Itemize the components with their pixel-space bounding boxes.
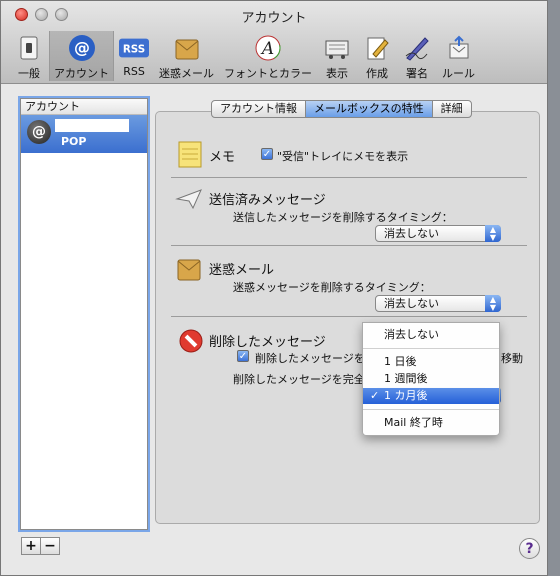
divider (171, 177, 527, 178)
divider (171, 245, 527, 246)
settings-panel (155, 111, 540, 524)
menu-item-one-day[interactable]: 1 日後 (363, 354, 499, 370)
junk-mail-icon (172, 33, 202, 63)
menu-item-label: 1 カ月後 (384, 389, 428, 402)
sent-title: 送信済みメッセージ (209, 193, 326, 208)
menu-item-one-week[interactable]: 1 週間後 (363, 371, 499, 387)
move-deleted-label: 削除したメッセージを (255, 352, 365, 365)
toolbar-label: RSS (123, 65, 145, 78)
trash-title: 削除したメッセージ (209, 335, 326, 350)
svg-text:RSS: RSS (123, 44, 145, 56)
toolbar-label: フォントとカラー (224, 67, 312, 80)
trash-description: 削除したメッセージを完全 (233, 373, 365, 386)
signature-icon (402, 33, 432, 63)
add-account-button[interactable]: + (21, 537, 41, 555)
switch-icon (14, 33, 44, 63)
compose-icon (362, 33, 392, 63)
remove-account-button[interactable]: − (40, 537, 60, 555)
move-deleted-label-tail: 移動 (501, 352, 523, 365)
add-remove-buttons: + − (21, 537, 60, 555)
toolbar-label: アカウント (54, 67, 109, 80)
sent-description: 送信したメッセージを削除するタイミング： (233, 211, 453, 224)
tab-account-info[interactable]: アカウント情報 (211, 100, 306, 118)
toolbar-label: 一般 (18, 67, 40, 80)
preferences-window: アカウント 一般 @ アカウント RSS RSS 迷惑メール A フォントとカラ… (0, 0, 548, 576)
toolbar-label: ルール (442, 67, 475, 80)
rss-icon: RSS (119, 33, 149, 63)
junk-title: 迷惑メール (209, 263, 275, 278)
no-entry-icon (179, 329, 203, 356)
font-color-icon: A (253, 33, 283, 63)
toolbar-item-rules[interactable]: ルール (437, 31, 480, 81)
divider (171, 316, 527, 317)
checkmark-icon: ✓ (370, 389, 380, 402)
tab-mailbox-behaviors[interactable]: メールボックスの特性 (305, 100, 433, 118)
menu-item-quit[interactable]: Mail 終了時 (363, 415, 499, 431)
sent-erase-value: 消去しない (384, 227, 439, 240)
tab-advanced[interactable]: 詳細 (431, 100, 472, 118)
menu-separator (363, 348, 499, 349)
move-deleted-checkbox[interactable]: ✓ (237, 350, 249, 362)
toolbar-label: 迷惑メール (159, 67, 214, 80)
titlebar: アカウント 一般 @ アカウント RSS RSS 迷惑メール A フォントとカラ… (1, 1, 547, 84)
toolbar-item-junk[interactable]: 迷惑メール (154, 31, 219, 81)
accounts-list: アカウント @ POP (20, 98, 148, 530)
toolbar-item-rss[interactable]: RSS RSS (114, 31, 154, 81)
toolbar-item-general[interactable]: 一般 (9, 31, 49, 81)
show-notes-checkbox[interactable]: ✓ (261, 148, 273, 160)
menu-separator (363, 409, 499, 410)
display-icon (322, 33, 352, 63)
toolbar: 一般 @ アカウント RSS RSS 迷惑メール A フォントとカラー 表示 作… (9, 31, 539, 81)
toolbar-item-compose[interactable]: 作成 (357, 31, 397, 81)
at-sign-icon: @ (27, 120, 51, 144)
help-button[interactable]: ? (519, 538, 540, 559)
chevron-updown-icon: ▲▼ (485, 225, 501, 242)
at-sign-icon: @ (67, 33, 97, 63)
chevron-updown-icon: ▲▼ (485, 295, 501, 312)
account-type: POP (61, 135, 87, 148)
toolbar-label: 署名 (406, 67, 428, 80)
account-name-redacted (55, 119, 129, 132)
show-notes-label: "受信"トレイにメモを表示 (277, 150, 409, 163)
toolbar-label: 表示 (326, 67, 348, 80)
svg-text:A: A (260, 39, 274, 59)
junk-description: 迷惑メッセージを削除するタイミング： (233, 281, 431, 294)
junk-erase-value: 消去しない (384, 297, 439, 310)
window-title: アカウント (241, 11, 307, 26)
menu-item-never[interactable]: 消去しない (363, 327, 499, 343)
junk-erase-popup[interactable]: 消去しない ▲ ▼ (375, 295, 501, 312)
rules-icon (444, 33, 474, 63)
svg-text:@: @ (74, 38, 90, 57)
sent-erase-popup[interactable]: 消去しない ▲ ▼ (375, 225, 501, 242)
toolbar-item-fonts[interactable]: A フォントとカラー (219, 31, 317, 81)
account-row[interactable]: @ POP (21, 115, 147, 153)
notes-icon (178, 140, 202, 171)
menu-item-one-month[interactable]: ✓ 1 カ月後 (363, 388, 499, 404)
tab-bar: アカウント情報 メールボックスの特性 詳細 (211, 100, 472, 118)
accounts-list-header: アカウント (21, 99, 147, 115)
toolbar-item-signatures[interactable]: 署名 (397, 31, 437, 81)
paper-plane-icon (175, 187, 203, 214)
toolbar-item-accounts[interactable]: @ アカウント (49, 31, 114, 81)
notes-title: メモ (209, 150, 236, 165)
junk-mail-icon (176, 254, 202, 285)
toolbar-label: 作成 (366, 67, 388, 80)
erase-options-menu: 消去しない 1 日後 1 週間後 ✓ 1 カ月後 Mail 終了時 (362, 322, 500, 436)
toolbar-item-display[interactable]: 表示 (317, 31, 357, 81)
